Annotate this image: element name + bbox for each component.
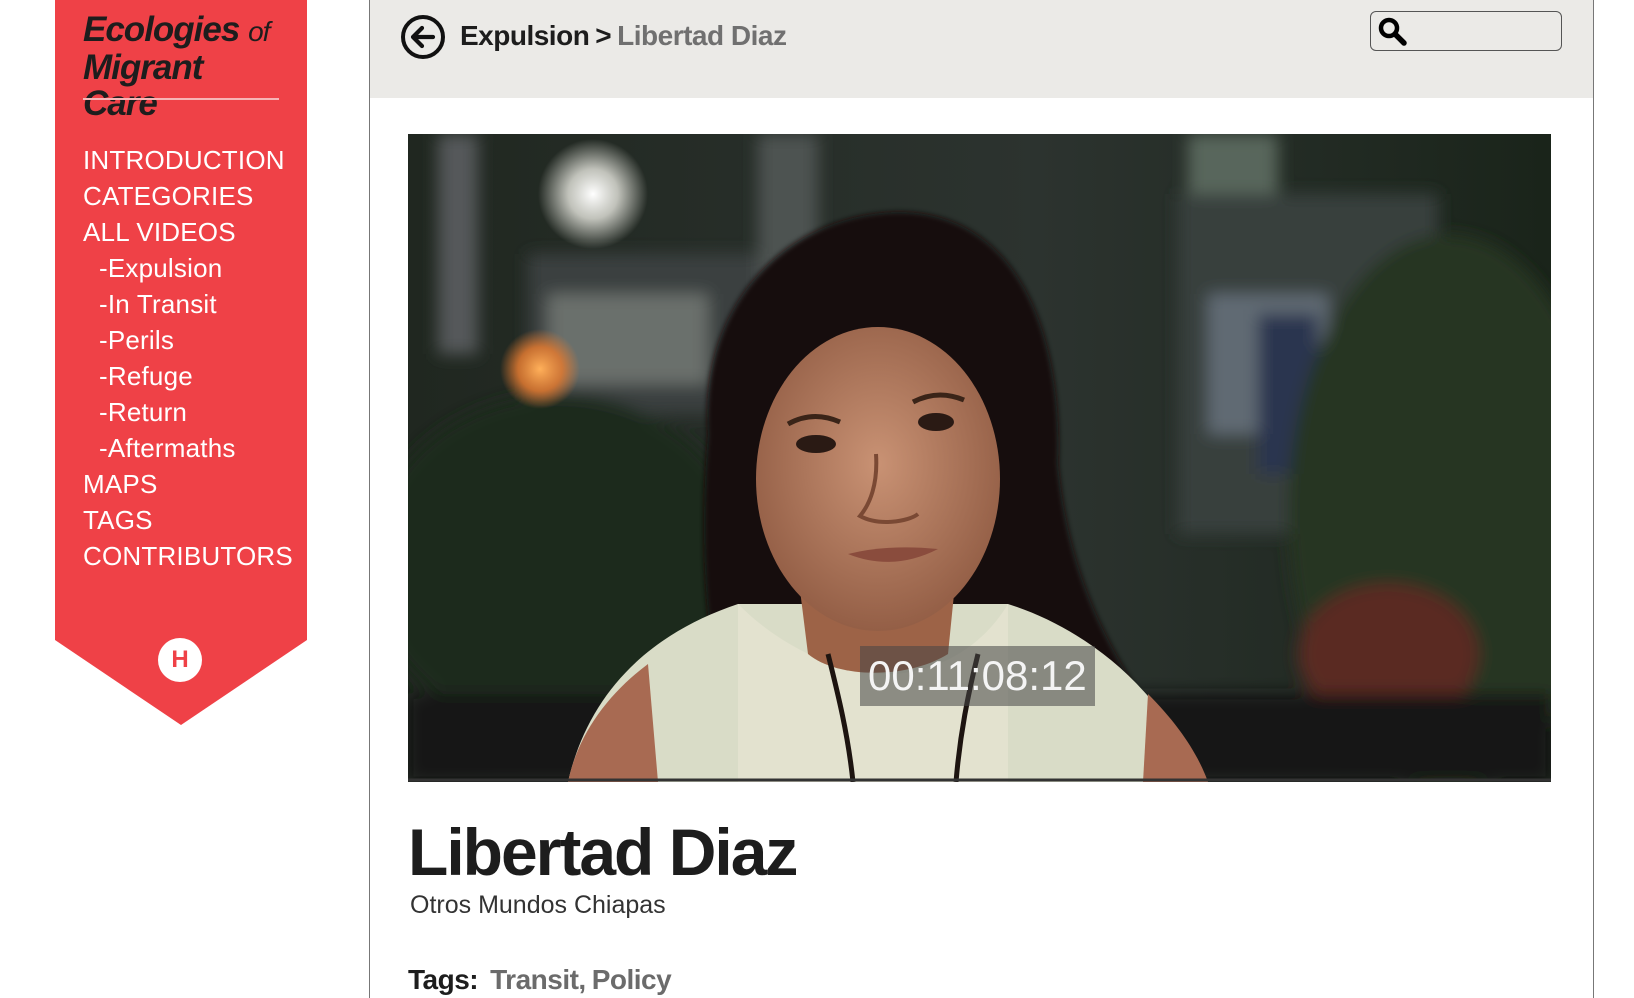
search-box[interactable] (1370, 11, 1562, 51)
brand-line-2: Migrant Care (83, 48, 203, 123)
tag-separator: , (578, 964, 586, 995)
sidebar: Ecologies of Migrant Care INTRODUCTION C… (55, 0, 307, 725)
page-title: Libertad Diaz (408, 815, 798, 889)
search-icon[interactable] (1377, 16, 1409, 48)
nav-item-tags[interactable]: TAGS (83, 502, 293, 538)
nav-item-return[interactable]: -Return (83, 394, 293, 430)
nav-item-all-videos[interactable]: ALL VIDEOS (83, 214, 293, 250)
nav-item-refuge[interactable]: -Refuge (83, 358, 293, 394)
tag-link-transit[interactable]: Transit (490, 964, 579, 995)
divider (83, 98, 279, 100)
breadcrumb-parent-link[interactable]: Expulsion (460, 20, 590, 51)
h-logo-letter: H (171, 646, 189, 673)
video-player[interactable]: 00:11:08:12 (408, 134, 1551, 782)
nav-item-in-transit[interactable]: -In Transit (83, 286, 293, 322)
nav-item-categories[interactable]: CATEGORIES (83, 178, 293, 214)
search-input[interactable] (1413, 18, 1557, 46)
breadcrumb-current: Libertad Diaz (617, 20, 787, 51)
nav-item-expulsion[interactable]: -Expulsion (83, 250, 293, 286)
main-content: Expulsion > Libertad Diaz 00:11:08:12 Li… (369, 0, 1594, 998)
h-logo-icon[interactable]: H (158, 638, 202, 682)
nav-menu: INTRODUCTION CATEGORIES ALL VIDEOS -Expu… (83, 142, 293, 574)
breadcrumb: Expulsion > Libertad Diaz (460, 18, 787, 54)
nav-item-aftermaths[interactable]: -Aftermaths (83, 430, 293, 466)
brand-line-1: Ecologies of (83, 10, 270, 49)
top-bar: Expulsion > Libertad Diaz (370, 0, 1593, 98)
tags-label: Tags: (408, 964, 479, 995)
tag-list: Tags: Transit, Policy (408, 963, 672, 997)
video-timecode: 00:11:08:12 (860, 646, 1095, 706)
back-arrow-icon[interactable] (400, 14, 446, 60)
breadcrumb-separator: > (595, 20, 612, 51)
tag-link-policy[interactable]: Policy (592, 964, 672, 995)
nav-item-maps[interactable]: MAPS (83, 466, 293, 502)
nav-item-introduction[interactable]: INTRODUCTION (83, 142, 293, 178)
contributor-name: Otros Mundos Chiapas (410, 891, 666, 919)
nav-item-contributors[interactable]: CONTRIBUTORS (83, 538, 293, 574)
nav-item-perils[interactable]: -Perils (83, 322, 293, 358)
site-logo[interactable]: Ecologies of Migrant Care (83, 12, 283, 122)
